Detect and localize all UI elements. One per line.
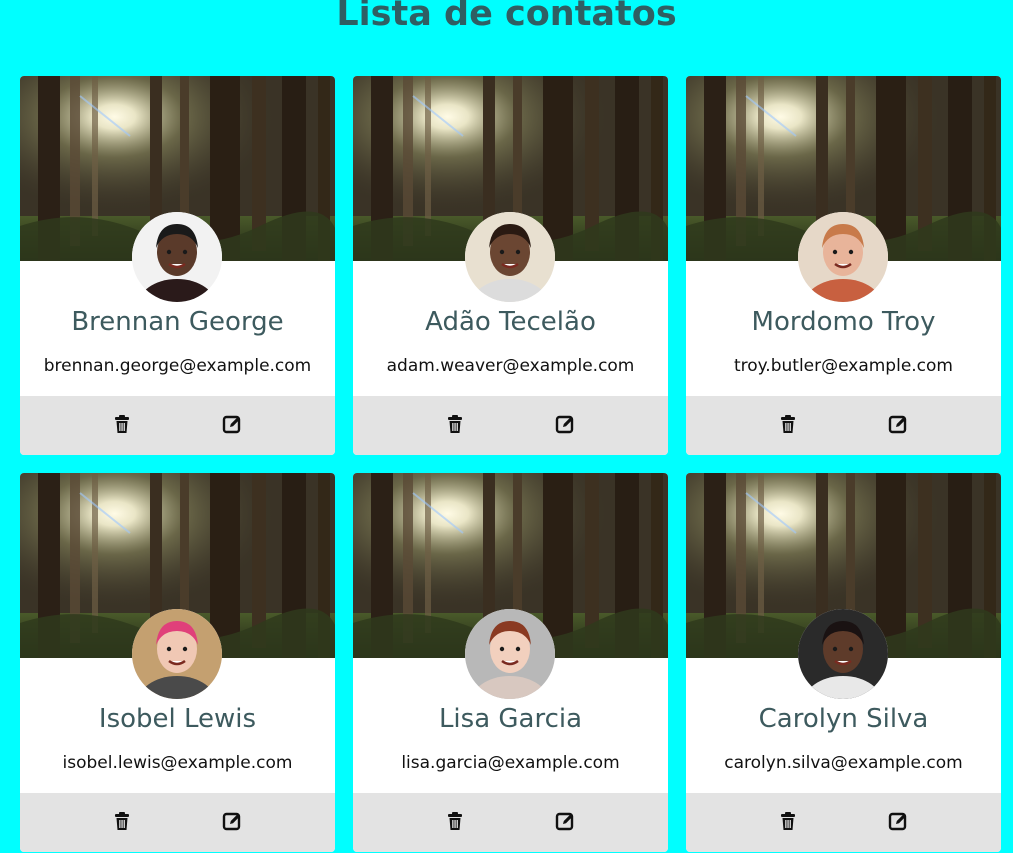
card-actions	[686, 793, 1001, 852]
trash-icon	[448, 812, 462, 830]
delete-button[interactable]	[777, 810, 799, 832]
trash-icon	[115, 415, 129, 433]
edit-button[interactable]	[221, 810, 243, 832]
contact-name: Lisa Garcia	[438, 704, 583, 734]
avatar	[798, 609, 888, 699]
avatar-photo	[465, 212, 555, 302]
delete-button[interactable]	[111, 413, 133, 435]
contact-grid: Brennan George brennan.george@example.co…	[20, 76, 1001, 852]
contact-name: Mordomo Troy	[751, 307, 936, 337]
edit-button[interactable]	[887, 413, 909, 435]
avatar	[132, 609, 222, 699]
edit-icon	[222, 812, 241, 831]
page-title: Lista de contatos	[336, 0, 677, 34]
edit-button[interactable]	[554, 413, 576, 435]
edit-button[interactable]	[554, 810, 576, 832]
contact-card: Brennan George brennan.george@example.co…	[20, 76, 335, 455]
delete-button[interactable]	[777, 413, 799, 435]
contact-card: Isobel Lewis isobel.lewis@example.com	[20, 473, 335, 852]
contact-card: Mordomo Troy troy.butler@example.com	[686, 76, 1001, 455]
card-actions	[20, 396, 335, 455]
delete-button[interactable]	[444, 413, 466, 435]
avatar-photo	[132, 212, 222, 302]
contact-card: Lisa Garcia lisa.garcia@example.com	[353, 473, 668, 852]
contact-email: troy.butler@example.com	[733, 356, 953, 376]
edit-icon	[888, 812, 907, 831]
edit-button[interactable]	[887, 810, 909, 832]
edit-button[interactable]	[221, 413, 243, 435]
card-actions	[686, 396, 1001, 455]
trash-icon	[448, 415, 462, 433]
avatar	[798, 212, 888, 302]
avatar-photo	[465, 609, 555, 699]
delete-button[interactable]	[444, 810, 466, 832]
edit-icon	[555, 415, 574, 434]
edit-icon	[888, 415, 907, 434]
avatar	[132, 212, 222, 302]
contact-name: Adão Tecelão	[425, 307, 596, 337]
contact-name: Brennan George	[71, 307, 284, 337]
contact-email: carolyn.silva@example.com	[724, 753, 963, 773]
edit-icon	[555, 812, 574, 831]
contact-card: Carolyn Silva carolyn.silva@example.com	[686, 473, 1001, 852]
card-actions	[353, 793, 668, 852]
contact-name: Isobel Lewis	[98, 704, 257, 734]
card-actions	[353, 396, 668, 455]
contact-name: Carolyn Silva	[758, 704, 929, 734]
contact-email: isobel.lewis@example.com	[62, 753, 293, 773]
card-actions	[20, 793, 335, 852]
contact-email: brennan.george@example.com	[43, 356, 312, 376]
delete-button[interactable]	[111, 810, 133, 832]
avatar-photo	[798, 212, 888, 302]
contact-email: lisa.garcia@example.com	[401, 753, 620, 773]
edit-icon	[222, 415, 241, 434]
contacts-page: Lista de contatos Brennan George brennan…	[0, 0, 1013, 853]
avatar	[465, 212, 555, 302]
avatar-photo	[798, 609, 888, 699]
trash-icon	[115, 812, 129, 830]
avatar-photo	[132, 609, 222, 699]
avatar	[465, 609, 555, 699]
trash-icon	[781, 415, 795, 433]
contact-email: adam.weaver@example.com	[386, 356, 635, 376]
trash-icon	[781, 812, 795, 830]
contact-card: Adão Tecelão adam.weaver@example.com	[353, 76, 668, 455]
